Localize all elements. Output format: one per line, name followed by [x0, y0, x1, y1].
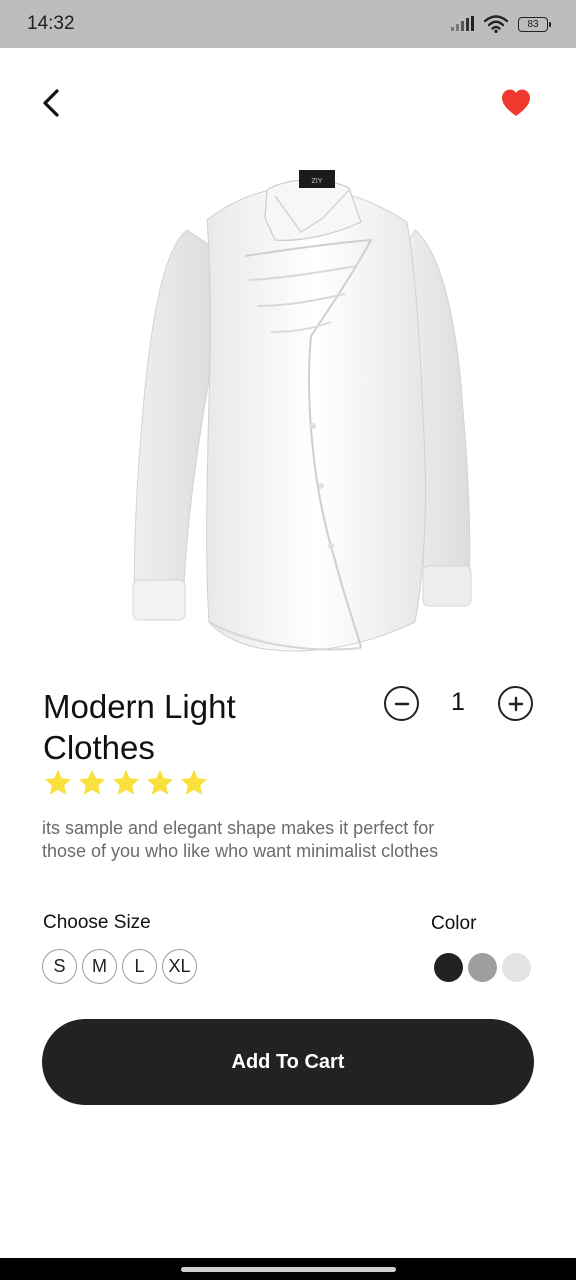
star-icon — [79, 769, 105, 795]
star-icon — [113, 769, 139, 795]
status-bar: 14:32 83 — [0, 0, 576, 48]
add-to-cart-button[interactable]: Add To Cart — [42, 1019, 534, 1105]
favorite-button[interactable] — [499, 86, 533, 118]
size-label: Choose Size — [43, 912, 151, 933]
size-option-l[interactable]: L — [122, 949, 157, 984]
brand-tag: ZIY — [312, 178, 323, 185]
system-nav-bar — [0, 1258, 576, 1280]
rating-stars — [43, 768, 209, 798]
star-icon — [181, 769, 207, 795]
battery-icon: 83 — [518, 16, 551, 32]
product-image: ZIY — [132, 170, 472, 652]
product-title: Modern Light Clothes — [43, 688, 236, 766]
color-swatch-gray[interactable] — [468, 953, 497, 982]
battery-level: 83 — [527, 18, 539, 30]
plus-icon — [508, 696, 523, 711]
signal-icon — [451, 16, 474, 31]
status-time: 14:32 — [27, 13, 75, 34]
size-option-s[interactable]: S — [42, 949, 77, 984]
size-option-xl[interactable]: XL — [162, 949, 197, 984]
back-button[interactable] — [36, 86, 66, 120]
star-icon — [147, 769, 173, 795]
color-swatch-light[interactable] — [502, 953, 531, 982]
home-indicator[interactable] — [181, 1267, 396, 1272]
chevron-left-icon — [43, 89, 59, 117]
color-swatch-dark[interactable] — [434, 953, 463, 982]
quantity-increase-button[interactable] — [498, 686, 533, 721]
quantity-value: 1 — [451, 688, 465, 716]
size-option-m[interactable]: M — [82, 949, 117, 984]
star-icon — [45, 769, 71, 795]
size-options: S M L XL — [42, 949, 197, 984]
color-label: Color — [431, 913, 477, 934]
wifi-icon — [484, 15, 508, 33]
product-description: its sample and elegant shape makes it pe… — [42, 818, 439, 861]
heart-icon — [502, 89, 530, 116]
quantity-decrease-button[interactable] — [384, 686, 419, 721]
status-icons: 83 — [450, 15, 551, 33]
color-options — [434, 953, 531, 982]
minus-icon — [394, 702, 409, 705]
